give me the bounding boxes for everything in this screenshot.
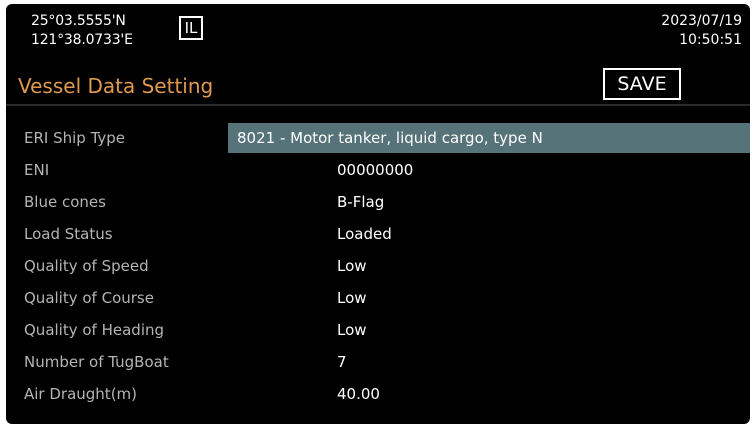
device-screen: 25°03.5555'N 121°38.0733'E IL 2023/07/19…	[6, 4, 750, 424]
latitude-text: 25°03.5555'N	[31, 13, 126, 29]
quality-of-course-field[interactable]: Low	[337, 282, 367, 314]
mode-indicator-badge: IL	[179, 16, 203, 40]
settings-list: ERI Ship Type 8021 - Motor tanker, liqui…	[6, 122, 750, 410]
eni-field[interactable]: 00000000	[337, 154, 413, 186]
setting-label: Quality of Heading	[24, 321, 165, 339]
setting-label: ERI Ship Type	[24, 129, 126, 147]
eri-ship-type-field[interactable]: 8021 - Motor tanker, liquid cargo, type …	[228, 123, 750, 153]
setting-label: Load Status	[24, 225, 113, 243]
setting-label: Quality of Course	[24, 289, 154, 307]
setting-label: Number of TugBoat	[24, 353, 169, 371]
save-button[interactable]: SAVE	[603, 68, 681, 100]
setting-row-quality-of-heading[interactable]: Quality of Heading Low	[6, 314, 750, 346]
setting-label: Quality of Speed	[24, 257, 149, 275]
setting-label: Air Draught(m)	[24, 385, 138, 403]
longitude-text: 121°38.0733'E	[31, 32, 133, 48]
setting-row-eni[interactable]: ENI 00000000	[6, 154, 750, 186]
setting-row-quality-of-speed[interactable]: Quality of Speed Low	[6, 250, 750, 282]
header-divider	[6, 104, 750, 106]
setting-row-load-status[interactable]: Load Status Loaded	[6, 218, 750, 250]
page-title: Vessel Data Setting	[18, 74, 214, 98]
air-draught-field[interactable]: 40.00	[337, 378, 380, 410]
setting-label: ENI	[24, 161, 50, 179]
blue-cones-field[interactable]: B-Flag	[337, 186, 384, 218]
setting-label: Blue cones	[24, 193, 106, 211]
setting-row-quality-of-course[interactable]: Quality of Course Low	[6, 282, 750, 314]
datetime-readout: 2023/07/19 10:50:51	[661, 12, 742, 50]
setting-row-eri-ship-type[interactable]: ERI Ship Type 8021 - Motor tanker, liqui…	[6, 122, 750, 154]
quality-of-speed-field[interactable]: Low	[337, 250, 367, 282]
setting-row-air-draught[interactable]: Air Draught(m) 40.00	[6, 378, 750, 410]
time-text: 10:50:51	[679, 32, 742, 48]
quality-of-heading-field[interactable]: Low	[337, 314, 367, 346]
position-readout: 25°03.5555'N 121°38.0733'E	[31, 12, 133, 50]
number-of-tugboat-field[interactable]: 7	[337, 346, 347, 378]
setting-row-number-of-tugboat[interactable]: Number of TugBoat 7	[6, 346, 750, 378]
setting-row-blue-cones[interactable]: Blue cones B-Flag	[6, 186, 750, 218]
date-text: 2023/07/19	[661, 13, 742, 29]
load-status-field[interactable]: Loaded	[337, 218, 392, 250]
